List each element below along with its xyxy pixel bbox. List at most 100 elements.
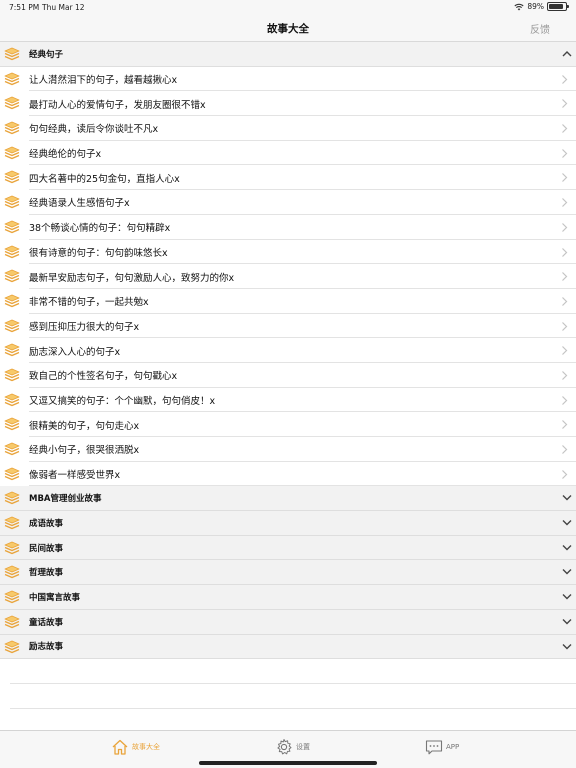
list-item[interactable]: 致自己的个性签名句子，句句戳心x	[0, 362, 576, 388]
section-title: MBA管理创业故事	[29, 494, 102, 505]
status-bar: 7:51 PM Thu Mar 12 89%	[0, 0, 576, 14]
book-stack-icon	[4, 146, 20, 159]
section-header[interactable]: 哲理故事	[0, 560, 576, 586]
section-header[interactable]: 中国寓言故事	[0, 585, 576, 610]
book-stack-icon	[4, 195, 20, 209]
book-stack-icon	[4, 220, 20, 234]
book-stack-icon	[4, 121, 20, 135]
section-title: 经典句子	[29, 49, 64, 60]
chevron-right-icon	[562, 395, 568, 405]
book-stack-icon	[4, 343, 20, 357]
gear-icon	[277, 739, 292, 755]
book-stack-icon	[4, 96, 20, 110]
book-stack-icon	[4, 47, 20, 61]
chevron-right-icon	[562, 247, 568, 257]
chevron-right-icon	[562, 371, 568, 380]
list-item-title: 又逗又搞笑的句子：个个幽默，句句俏皮！x	[29, 395, 216, 407]
section-title: 励志故事	[29, 642, 64, 653]
book-stack-icon	[4, 72, 20, 85]
chevron-down-icon	[562, 594, 572, 600]
chevron-right-icon	[562, 296, 568, 306]
section-header[interactable]: 民间故事	[0, 535, 576, 561]
story-list: 经典句子让人潸然泪下的句子，越看越揪心x 最打动人心的爱情句子，发朋友圈很不错x 句…	[0, 42, 576, 660]
list-item[interactable]: 经典小句子，很哭很洒脱x	[0, 437, 576, 462]
list-item-title: 很有诗意的句子：句句韵味悠长x	[29, 247, 168, 259]
list-item-title: 感到压抑压力很大的句子x	[29, 321, 140, 333]
tab-label: APP	[446, 743, 460, 751]
chevron-right-icon	[562, 346, 568, 356]
section-header[interactable]: MBA管理创业故事	[0, 486, 576, 512]
chevron-down-icon	[562, 569, 572, 575]
chevron-right-icon	[562, 74, 568, 84]
wifi-icon	[514, 3, 524, 10]
book-stack-icon	[4, 417, 20, 431]
list-item[interactable]: 感到压抑压力很大的句子x	[0, 313, 576, 339]
status-time: 7:51 PM	[9, 3, 40, 12]
chevron-right-icon	[562, 445, 568, 454]
section-title: 童话故事	[29, 617, 64, 628]
book-stack-icon	[4, 319, 20, 332]
list-item-title: 句句经典，读后令你谈吐不凡x	[29, 124, 159, 136]
list-item[interactable]: 句句经典，读后令你谈吐不凡x	[0, 116, 576, 141]
chevron-right-icon	[562, 321, 568, 331]
chevron-right-icon	[562, 198, 568, 208]
section-header[interactable]: 励志故事	[0, 634, 576, 660]
list-item-title: 经典语录人生感悟句子x	[29, 198, 130, 210]
list-item-title: 致自己的个性签名句子，句句戳心x	[29, 371, 178, 383]
chevron-down-icon	[562, 520, 572, 526]
chevron-right-icon	[562, 173, 568, 183]
section-header[interactable]: 成语故事	[0, 511, 576, 536]
list-item[interactable]: 像弱者一样感受世界x	[0, 461, 576, 487]
chevron-down-icon	[562, 618, 572, 625]
status-right: 89%	[514, 2, 569, 11]
chevron-down-icon	[562, 643, 572, 649]
list-item[interactable]: 又逗又搞笑的句子：个个幽默，句句俏皮！x	[0, 387, 576, 413]
chevron-right-icon	[562, 99, 568, 109]
book-stack-icon	[4, 491, 20, 505]
chevron-right-icon	[562, 469, 568, 479]
chevron-down-icon	[562, 544, 572, 551]
empty-separator	[10, 683, 576, 684]
book-stack-icon	[4, 442, 20, 456]
status-date: Thu Mar 12	[42, 3, 85, 12]
tab-settings[interactable]: 设置	[275, 737, 310, 757]
list-item[interactable]: 38个畅谈心情的句子：句句精辟x	[0, 214, 576, 240]
chevron-right-icon	[562, 420, 568, 430]
list-item[interactable]: 经典绝伦的句子x	[0, 140, 576, 166]
book-stack-icon	[4, 541, 20, 554]
list-item[interactable]: 很精美的句子，句句走心x	[0, 412, 576, 437]
list-item-title: 非常不错的句子，一起共勉x	[29, 297, 149, 309]
section-title: 哲理故事	[29, 568, 64, 579]
feedback-button[interactable]: 反馈	[530, 21, 550, 36]
list-item-title: 很精美的句子，句句走心x	[29, 420, 140, 432]
chat-icon	[425, 740, 443, 755]
list-item[interactable]: 励志深入人心的句子x	[0, 338, 576, 363]
list-item[interactable]: 最打动人心的爱情句子，发朋友圈很不错x	[0, 91, 576, 117]
section-header[interactable]: 童话故事	[0, 609, 576, 635]
list-item[interactable]: 很有诗意的句子：句句韵味悠长x	[0, 239, 576, 265]
list-item-title: 励志深入人心的句子x	[29, 346, 121, 358]
book-stack-icon	[4, 245, 20, 258]
battery-icon	[547, 2, 569, 11]
book-stack-icon	[4, 368, 20, 382]
list-item[interactable]: 经典语录人生感悟句子x	[0, 190, 576, 215]
section-header[interactable]: 经典句子	[0, 42, 576, 67]
tab-app[interactable]: APP	[425, 737, 459, 757]
list-item-title: 经典绝伦的句子x	[29, 149, 102, 161]
list-item-title: 经典小句子，很哭很洒脱x	[29, 445, 140, 457]
list-item[interactable]: 让人潸然泪下的句子，越看越揪心x	[0, 66, 576, 92]
list-item[interactable]: 四大名著中的25句金句，直指人心x	[0, 165, 576, 191]
list-item[interactable]: 非常不错的句子，一起共勉x	[0, 288, 576, 314]
list-item[interactable]: 最新早安励志句子，句句激励人心，致努力的你x	[0, 264, 576, 289]
chevron-up-icon	[562, 51, 572, 57]
navigation-bar: 故事大全 反馈	[0, 14, 576, 42]
book-stack-icon	[4, 170, 20, 184]
list-item-title: 像弱者一样感受世界x	[29, 470, 121, 482]
book-stack-icon	[4, 640, 20, 653]
book-stack-icon	[4, 294, 20, 308]
chevron-right-icon	[562, 148, 568, 158]
chevron-down-icon	[562, 495, 572, 501]
book-stack-icon	[4, 269, 20, 283]
section-title: 中国寓言故事	[29, 592, 81, 603]
tab-stories[interactable]: 故事大全	[111, 737, 160, 757]
